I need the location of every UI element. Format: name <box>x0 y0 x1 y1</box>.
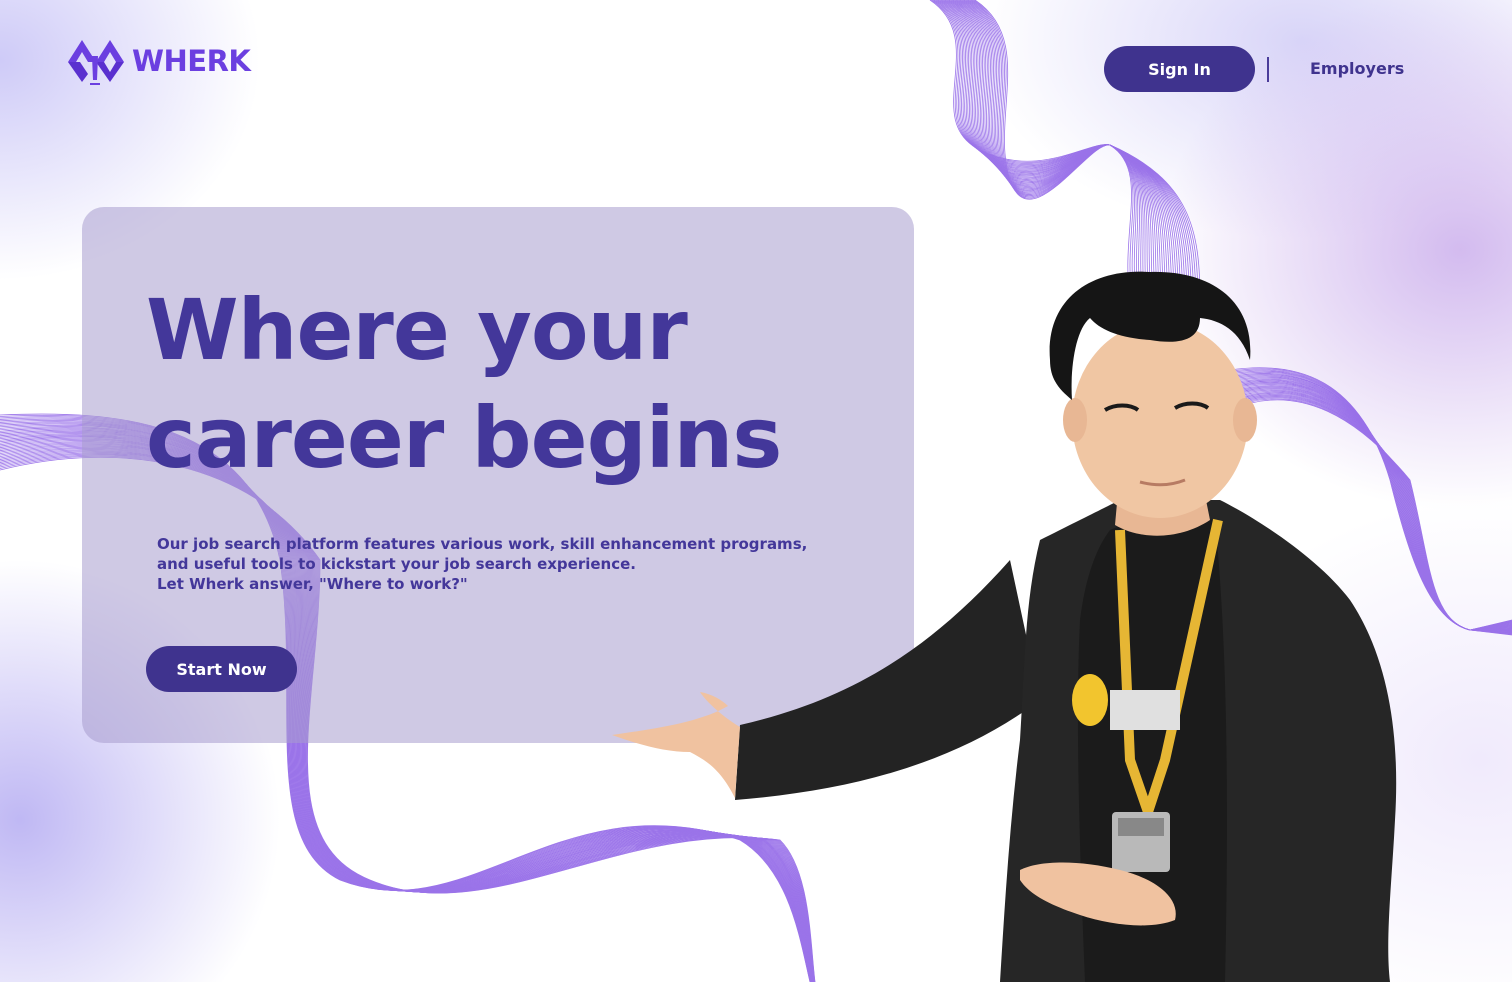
wave-line <box>935 0 1139 301</box>
wave-line <box>951 0 1165 301</box>
wave-line <box>939 0 1146 301</box>
wave-line <box>948 0 1161 301</box>
sign-in-button[interactable]: Sign In <box>1104 46 1255 92</box>
wherk-logo-icon <box>68 40 124 85</box>
wave-line <box>962 0 1182 301</box>
wave-line <box>970 0 1195 301</box>
wave-line <box>974 0 1201 301</box>
wave-line <box>957 0 1173 301</box>
wave-line <box>954 0 1169 301</box>
presenter-photo <box>612 271 1397 982</box>
wave-line <box>946 0 1156 301</box>
wave-line <box>944 0 1154 301</box>
wave-line <box>972 0 1197 301</box>
wave-line <box>961 0 1180 301</box>
wave-line <box>969 0 1192 301</box>
wave-line <box>937 0 1144 301</box>
wave-line <box>943 0 1152 301</box>
wave-line <box>932 0 1135 301</box>
wave-line <box>967 0 1190 301</box>
wave-line <box>958 0 1175 301</box>
wave-line <box>931 0 1134 301</box>
start-now-button[interactable]: Start Now <box>146 646 297 692</box>
brand-name: WHERK <box>132 43 251 78</box>
wave-line <box>936 0 1142 301</box>
wave-line <box>966 0 1188 301</box>
wave-line <box>950 0 1163 301</box>
brand-logo[interactable]: WHERK <box>66 36 251 86</box>
wave-line <box>947 0 1158 301</box>
wave-line <box>952 0 1167 301</box>
wave-line <box>942 0 1150 301</box>
wave-line <box>965 0 1186 301</box>
wave-line <box>933 0 1137 301</box>
wave-line <box>955 0 1171 301</box>
wave-line <box>929 0 1132 301</box>
wave-line <box>940 0 1148 301</box>
wave-line <box>959 0 1178 301</box>
nav-divider <box>1267 57 1269 82</box>
employers-link[interactable]: Employers <box>1310 58 1404 80</box>
landing-page: WHERK Sign In Employers Where your caree… <box>0 0 1512 982</box>
wave-line <box>973 0 1199 301</box>
wave-line <box>963 0 1184 301</box>
